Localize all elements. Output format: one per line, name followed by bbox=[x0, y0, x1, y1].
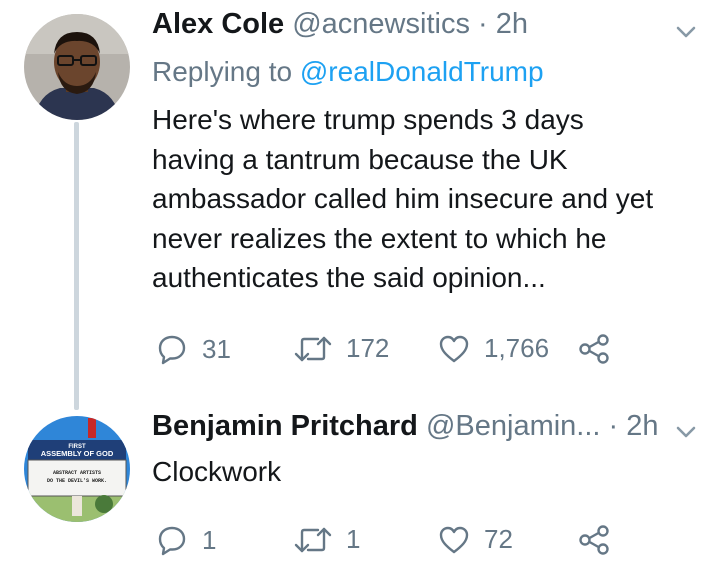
replying-to: Replying to @realDonaldTrump bbox=[152, 56, 544, 88]
retweet-icon bbox=[294, 336, 332, 361]
retweet-count: 172 bbox=[346, 333, 390, 363]
tweet-header: Alex Cole @acnewsitics · 2h bbox=[152, 8, 528, 41]
reply-count: 1 bbox=[202, 524, 217, 555]
share-button[interactable] bbox=[578, 524, 610, 556]
reply-icon bbox=[158, 335, 186, 365]
separator-dot: · bbox=[608, 410, 619, 442]
reply-count: 31 bbox=[202, 333, 231, 364]
timestamp[interactable]: 2h bbox=[496, 8, 528, 40]
sign-message-line2: DO THE DEVIL'S WORK. bbox=[47, 478, 107, 484]
action-bar: 1 1 72 bbox=[152, 524, 622, 564]
avatar-photo: FIRST ASSEMBLY OF GOD ABSTRACT ARTISTS D… bbox=[24, 416, 130, 522]
retweet-button[interactable]: 172 bbox=[294, 333, 389, 364]
retweet-count: 1 bbox=[346, 524, 361, 554]
heart-icon bbox=[439, 335, 469, 362]
action-bar: 31 172 1,766 bbox=[152, 333, 622, 373]
tweet-text: Clockwork bbox=[152, 456, 282, 487]
retweet-icon bbox=[294, 527, 332, 552]
like-count: 1,766 bbox=[484, 333, 550, 363]
tweet-text-line: never realizes the extent to which he bbox=[152, 222, 607, 254]
like-button[interactable]: 1,766 bbox=[438, 333, 549, 364]
username[interactable]: @Benjamin... bbox=[426, 410, 601, 442]
tweet-text-line: ambassador called him insecure and yet bbox=[152, 183, 654, 214]
avatar[interactable] bbox=[24, 14, 130, 120]
share-icon bbox=[579, 525, 609, 555]
tweet-text-line: Here's where trump spends 3 days bbox=[152, 104, 584, 135]
share-icon bbox=[579, 334, 609, 364]
replying-to-label: Replying to bbox=[152, 56, 300, 87]
thread-connector-line bbox=[74, 122, 79, 410]
reply-icon bbox=[158, 526, 186, 556]
tweet-header: Benjamin Pritchard @Benjamin... · 2h bbox=[152, 410, 659, 443]
display-name[interactable]: Alex Cole bbox=[152, 8, 284, 40]
chevron-down-icon[interactable] bbox=[676, 25, 696, 39]
retweet-button[interactable]: 1 bbox=[294, 524, 360, 555]
share-button[interactable] bbox=[578, 333, 610, 365]
like-button[interactable]: 72 bbox=[438, 524, 513, 555]
separator-dot: · bbox=[478, 8, 488, 40]
tweet-text-line: authenticates the said opinion... bbox=[152, 262, 546, 293]
username[interactable]: @acnewsitics bbox=[292, 8, 470, 40]
avatar-photo bbox=[24, 14, 130, 120]
chevron-down-icon[interactable] bbox=[676, 425, 696, 439]
tweet-text-line: having a tantrum because the UK bbox=[152, 143, 568, 175]
sign-title-line2: ASSEMBLY OF GOD bbox=[41, 449, 114, 458]
like-count: 72 bbox=[484, 524, 513, 554]
mention-link[interactable]: @realDonaldTrump bbox=[300, 56, 544, 87]
heart-icon bbox=[439, 526, 469, 553]
reply-button[interactable]: 31 bbox=[156, 333, 231, 365]
timestamp[interactable]: 2h bbox=[626, 410, 658, 442]
display-name[interactable]: Benjamin Pritchard bbox=[152, 410, 418, 442]
reply-button[interactable]: 1 bbox=[156, 524, 216, 556]
avatar[interactable]: FIRST ASSEMBLY OF GOD ABSTRACT ARTISTS D… bbox=[24, 416, 130, 522]
sign-message-line1: ABSTRACT ARTISTS bbox=[53, 470, 101, 476]
tweet-text: Here's where trump spends 3 days having … bbox=[152, 100, 712, 298]
